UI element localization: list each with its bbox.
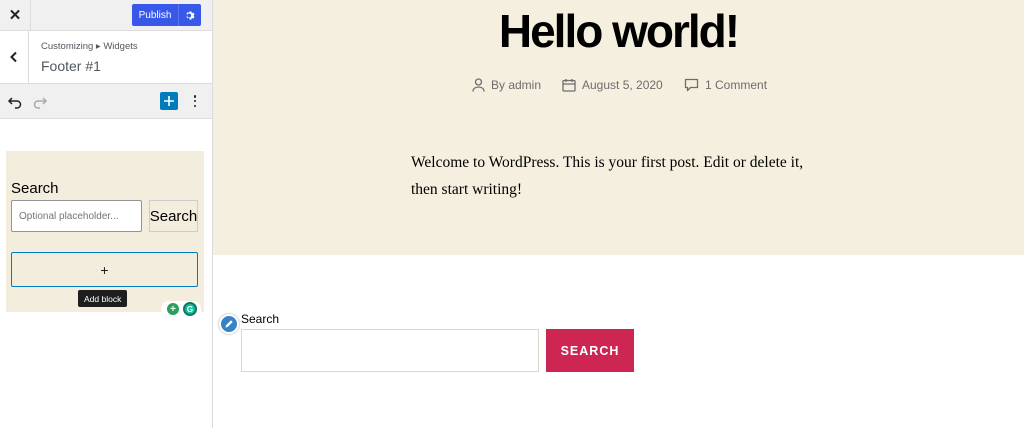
plus-icon — [164, 96, 174, 106]
user-icon — [472, 78, 485, 92]
widget-search-label: Search — [11, 180, 59, 197]
footer-search-label: Search — [241, 312, 280, 326]
edit-widget-shortcut[interactable] — [219, 314, 239, 334]
grammarly-icon[interactable]: G — [183, 302, 197, 316]
breadcrumb: Customizing ▸ Widgets — [41, 41, 138, 52]
more-vertical-dot — [193, 104, 197, 107]
site-preview: Hello world! By admin August 5, 2020 1 C… — [213, 0, 1024, 428]
post-content: Welcome to WordPress. This is your first… — [411, 154, 804, 198]
pencil-icon — [225, 320, 233, 328]
post-title[interactable]: Hello world! — [213, 4, 1024, 58]
editor-toolbar — [0, 84, 212, 119]
redo-button[interactable] — [32, 94, 48, 110]
calendar-icon — [562, 79, 576, 92]
post-author: By admin — [472, 78, 541, 92]
post-comments-link[interactable]: 1 Comment — [705, 78, 767, 92]
plus-icon: + — [100, 261, 109, 278]
more-vertical-dot — [193, 99, 197, 103]
post-header: Hello world! By admin August 5, 2020 1 C… — [213, 0, 1024, 255]
footer-search-input[interactable] — [241, 329, 539, 372]
add-block-tooltip: Add block — [78, 290, 128, 307]
customizer-topbar: ✕ Publish — [0, 0, 212, 31]
customizer-sidebar: ✕ Publish Customizing ▸ Widgets Footer #… — [0, 0, 213, 428]
redo-icon — [33, 97, 48, 109]
more-options-button[interactable] — [189, 93, 201, 109]
block-inserter-button[interactable] — [160, 92, 178, 110]
undo-button[interactable] — [7, 94, 23, 110]
extension-plus-icon[interactable]: + — [167, 303, 179, 315]
chevron-left-icon — [10, 51, 17, 63]
undo-icon — [7, 97, 22, 109]
widget-search-placeholder-field[interactable] — [11, 200, 142, 232]
close-icon: ✕ — [8, 7, 22, 24]
widget-search-button[interactable]: Search — [149, 200, 198, 232]
section-title: Footer #1 — [41, 58, 101, 74]
post-date: August 5, 2020 — [562, 78, 663, 92]
comment-icon — [684, 78, 699, 92]
back-button[interactable] — [0, 31, 29, 83]
post-author-link[interactable]: By admin — [491, 78, 541, 92]
publish-button[interactable]: Publish — [132, 4, 178, 26]
add-block-button[interactable]: + — [11, 252, 198, 287]
post-date-link[interactable]: August 5, 2020 — [582, 78, 663, 92]
gear-icon — [185, 10, 195, 20]
footer-search-button[interactable]: SEARCH — [546, 329, 634, 372]
widget-area-footer: Search Search + Add block + G — [6, 151, 204, 317]
post-comments: 1 Comment — [684, 78, 767, 92]
publish-group: Publish — [132, 4, 201, 26]
section-header: Customizing ▸ Widgets Footer #1 — [0, 31, 212, 84]
publish-settings-button[interactable] — [178, 4, 201, 26]
close-button[interactable]: ✕ — [0, 0, 31, 30]
more-vertical-icon — [193, 95, 197, 98]
extension-icons: + G — [161, 301, 201, 317]
